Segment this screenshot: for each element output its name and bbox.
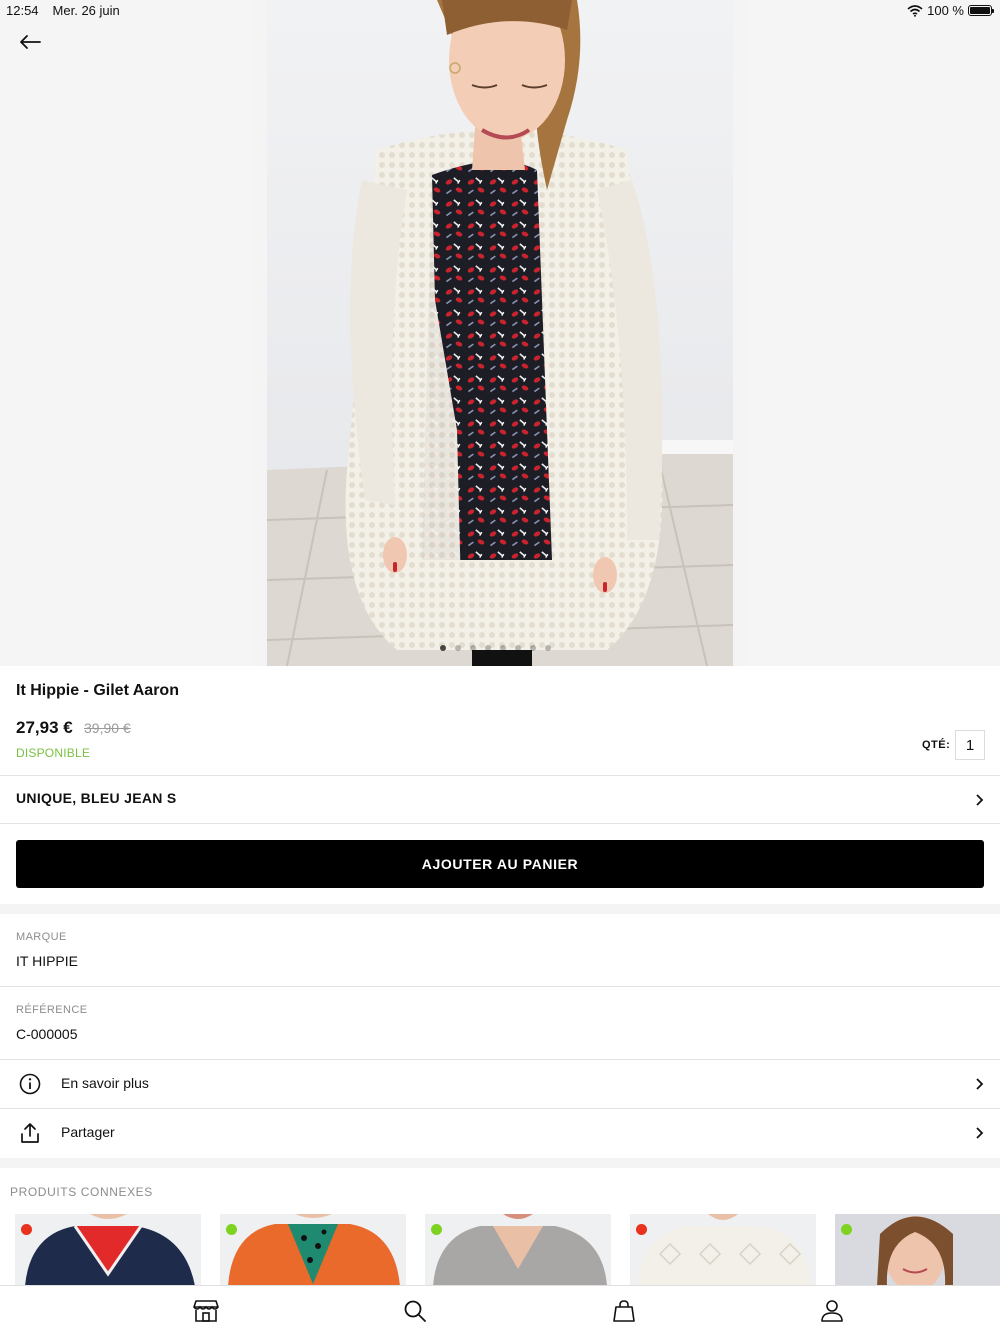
related-product-card[interactable]: [425, 1214, 611, 1286]
related-product-card[interactable]: [835, 1214, 1000, 1286]
search-icon: [404, 1300, 426, 1322]
share-icon: [21, 1123, 39, 1143]
gallery-dot[interactable]: [485, 645, 491, 651]
tab-store[interactable]: [193, 1298, 219, 1324]
product-photo-illustration: [267, 0, 733, 666]
stock-status-dot: [841, 1224, 852, 1235]
stock-status-dot: [636, 1224, 647, 1235]
back-button[interactable]: [14, 28, 46, 56]
gallery-dot[interactable]: [515, 645, 521, 651]
battery-percent: 100 %: [927, 3, 964, 18]
availability-status: DISPONIBLE: [16, 746, 91, 760]
gallery-dot[interactable]: [500, 645, 506, 651]
gallery-pagination[interactable]: [440, 645, 551, 651]
product-photo[interactable]: [267, 0, 733, 666]
related-products-carousel[interactable]: [0, 1214, 1000, 1286]
product-gallery[interactable]: [0, 0, 1000, 666]
tab-cart[interactable]: [611, 1298, 637, 1324]
related-product-image: [25, 1214, 195, 1286]
share-row[interactable]: Partager: [0, 1109, 1000, 1157]
related-product-image: [877, 1216, 953, 1286]
gallery-dot[interactable]: [470, 645, 476, 651]
gallery-dot[interactable]: [455, 645, 461, 651]
share-label: Partager: [61, 1124, 115, 1140]
related-product-card[interactable]: [15, 1214, 201, 1286]
bag-icon: [613, 1300, 635, 1322]
stock-status-dot: [226, 1224, 237, 1235]
chevron-right-icon: [976, 1078, 984, 1090]
divider: [0, 823, 1000, 824]
tab-search[interactable]: [402, 1298, 428, 1324]
more-info-row[interactable]: En savoir plus: [0, 1060, 1000, 1108]
variant-label: UNIQUE, BLEU JEAN S: [16, 790, 177, 806]
related-products-title: PRODUITS CONNEXES: [10, 1185, 153, 1199]
stock-status-dot: [431, 1224, 442, 1235]
gallery-dot[interactable]: [545, 645, 551, 651]
info-icon: [19, 1073, 41, 1095]
tab-bar: [0, 1285, 1000, 1334]
product-old-price: 39,90 €: [84, 720, 131, 736]
arrow-left-icon: [20, 35, 41, 49]
chevron-right-icon: [976, 794, 984, 806]
reference-value: C-000005: [16, 1026, 78, 1042]
section-separator: [0, 904, 1000, 914]
brand-value: IT HIPPIE: [16, 953, 78, 969]
reference-label: RÉFÉRENCE: [16, 1004, 88, 1016]
store-icon: [193, 1300, 219, 1322]
product-page: 12:54 Mer. 26 juin 100 % It Hippie - Gil…: [0, 0, 1000, 1334]
brand-block: MARQUE IT HIPPIE: [0, 914, 1000, 986]
chevron-right-icon: [976, 1127, 984, 1139]
status-bar: 12:54 Mer. 26 juin 100 %: [0, 0, 1000, 20]
quantity-input[interactable]: 1: [955, 730, 985, 760]
reference-block: RÉFÉRENCE C-000005: [0, 987, 1000, 1059]
wifi-icon: [907, 4, 923, 17]
gallery-dot[interactable]: [440, 645, 446, 651]
battery-icon: [968, 5, 994, 16]
stock-status-dot: [21, 1224, 32, 1235]
add-to-cart-button[interactable]: AJOUTER AU PANIER: [16, 840, 984, 888]
related-product-card[interactable]: [220, 1214, 406, 1286]
profile-icon: [821, 1300, 843, 1322]
gallery-prev-slide[interactable]: [0, 0, 254, 666]
gallery-next-slide[interactable]: [746, 0, 1000, 666]
related-product-card[interactable]: [630, 1214, 816, 1286]
related-product-image: [638, 1214, 812, 1286]
related-product-image: [433, 1214, 607, 1286]
section-separator: [0, 1158, 1000, 1168]
variant-selector[interactable]: UNIQUE, BLEU JEAN S: [0, 776, 1000, 824]
status-time: 12:54: [6, 3, 39, 18]
status-date: Mer. 26 juin: [52, 3, 120, 18]
quantity-label: QTÉ:: [922, 739, 951, 751]
related-product-image: [228, 1214, 400, 1286]
more-info-label: En savoir plus: [61, 1075, 149, 1091]
tab-account[interactable]: [819, 1298, 845, 1324]
product-title: It Hippie - Gilet Aaron: [16, 682, 179, 699]
gallery-dot[interactable]: [530, 645, 536, 651]
brand-label: MARQUE: [16, 931, 67, 943]
product-price: 27,93 €: [16, 718, 73, 737]
